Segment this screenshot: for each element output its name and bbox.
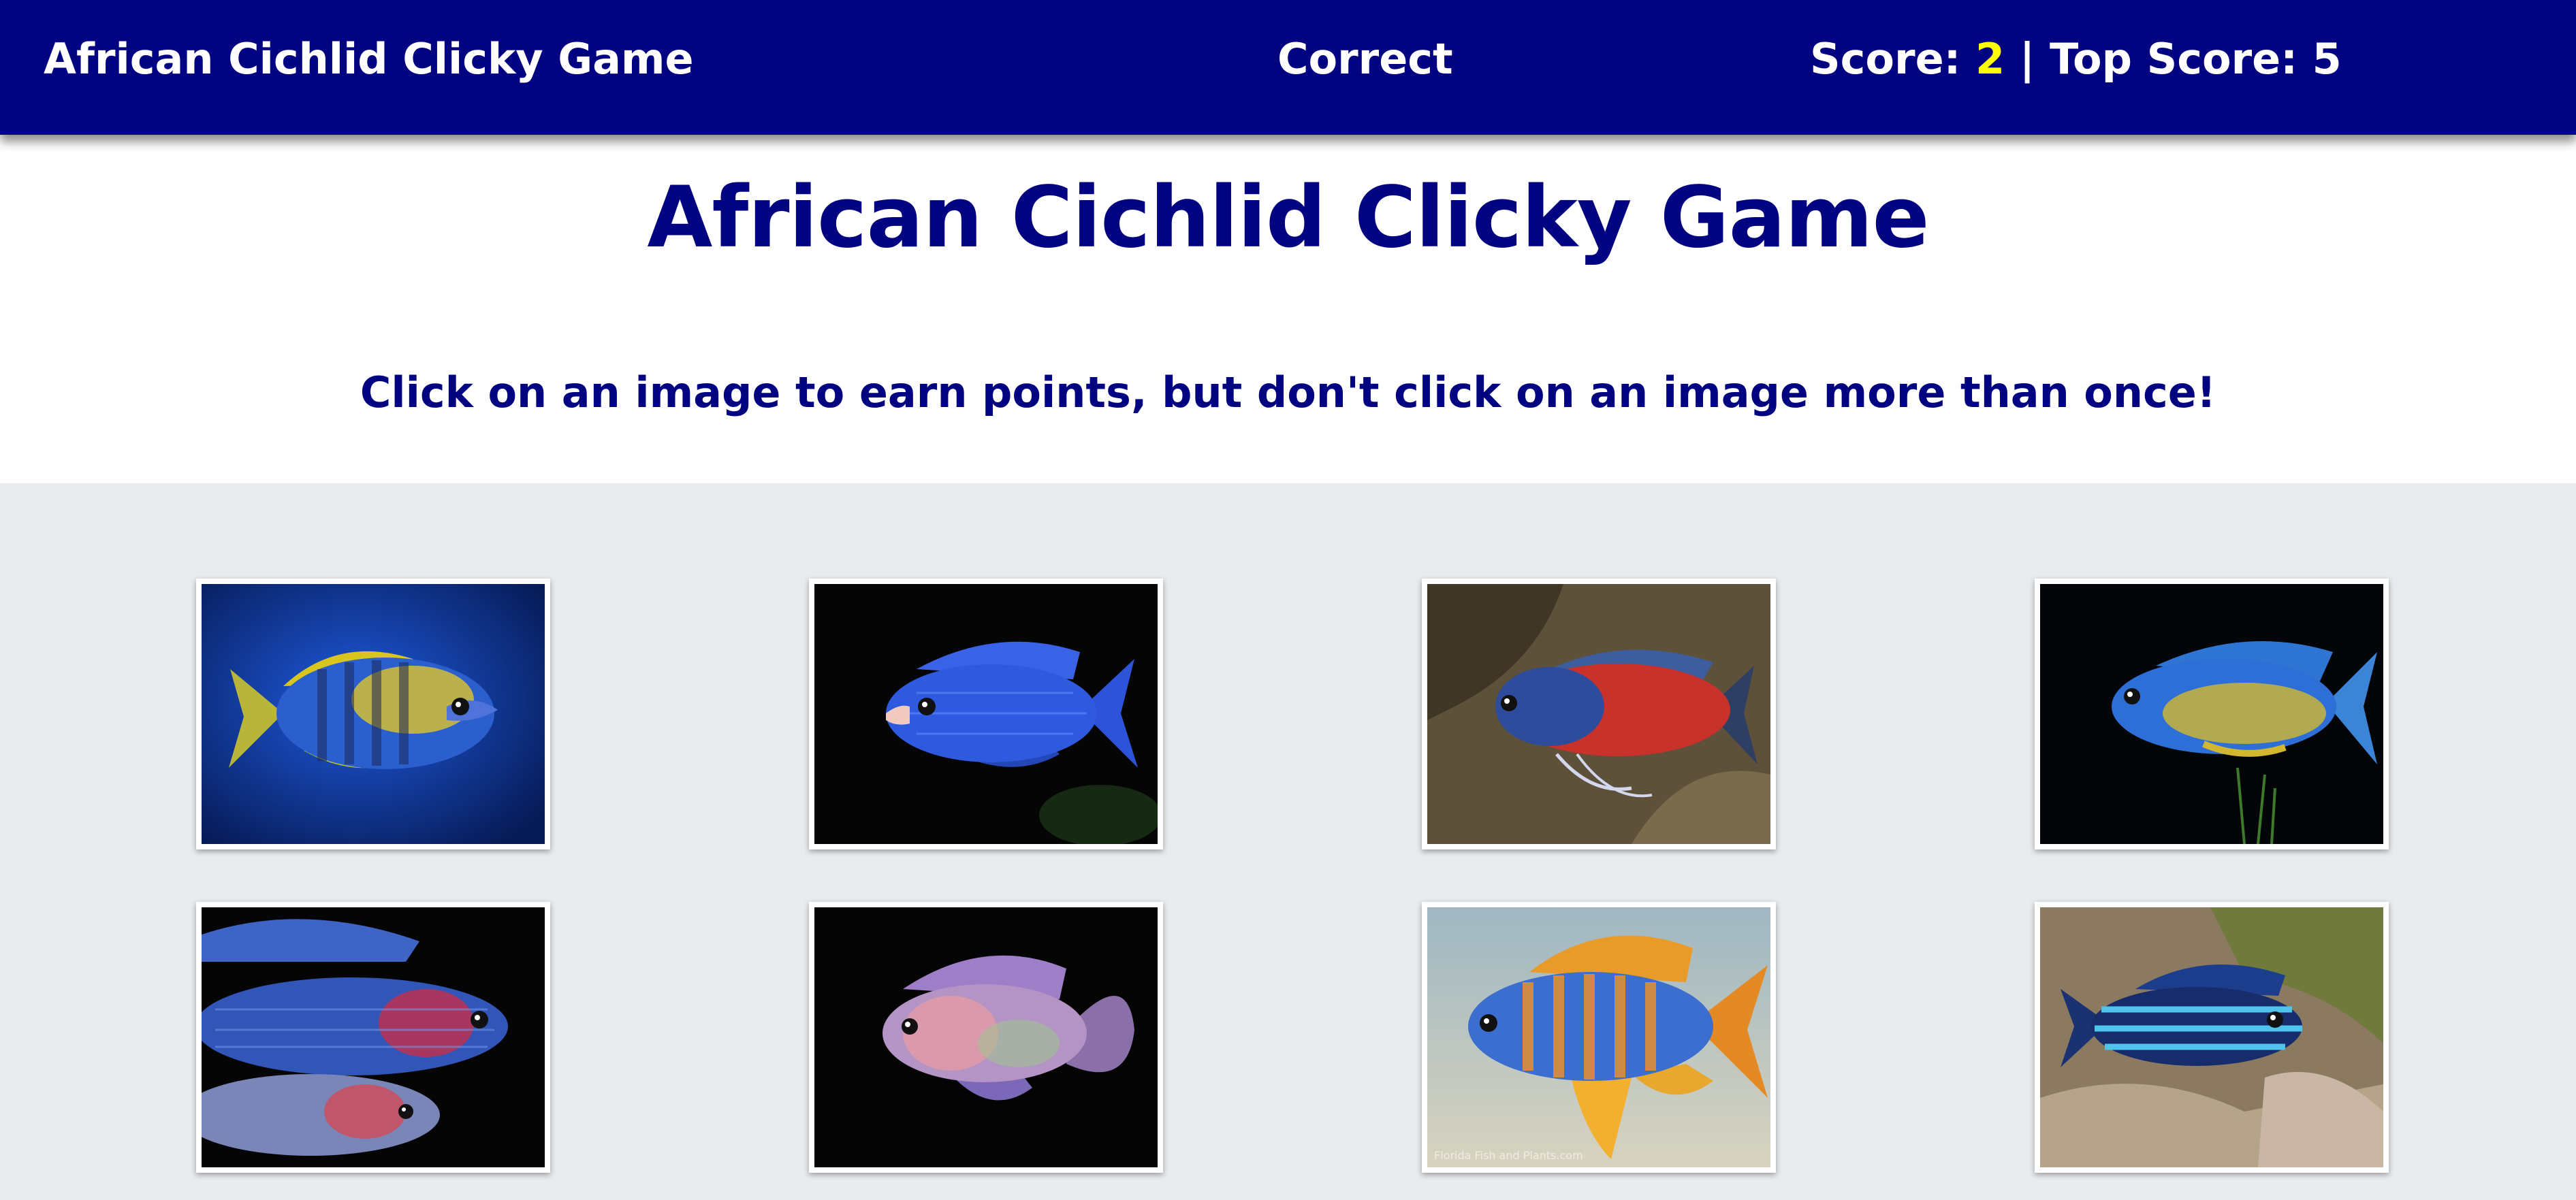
electric-blue-cichlid-image <box>814 584 1158 844</box>
page-title: African Cichlid Clicky Game <box>647 169 1929 267</box>
cichlid-card[interactable] <box>2035 902 2389 1173</box>
top-score-value: 5 <box>2312 34 2342 84</box>
game-board: Florida Fish and Plants.com <box>0 483 2576 1200</box>
striped-blue-mbuna-cichlid-image <box>2040 907 2383 1167</box>
blue-yellow-peacock-cichlid-image <box>2040 584 2383 844</box>
pastel-pink-cichlid-image <box>814 907 1158 1167</box>
guess-status: Correct <box>1277 34 1453 84</box>
cichlid-card[interactable] <box>196 579 550 849</box>
red-blue-peacock-cichlid-image <box>1427 584 1770 844</box>
score-display: Score: 2 | Top Score: 5 <box>1810 34 2342 84</box>
cichlid-card[interactable] <box>809 579 1163 849</box>
score-label: Score: <box>1810 34 1976 84</box>
top-score-label: Top Score: <box>2049 34 2312 84</box>
score-separator: | <box>2005 34 2050 84</box>
score-value: 2 <box>1975 34 2005 84</box>
cichlid-card[interactable] <box>1422 579 1776 849</box>
cichlid-card[interactable] <box>196 902 550 1173</box>
instructions: Click on an image to earn points, but do… <box>360 368 2216 417</box>
cichlid-card[interactable]: Florida Fish and Plants.com <box>1422 902 1776 1173</box>
navbar-brand[interactable]: African Cichlid Clicky Game <box>44 34 694 84</box>
blue-red-cichlid-pair-image <box>202 907 545 1167</box>
cichlid-card[interactable] <box>2035 579 2389 849</box>
watermark-text: Florida Fish and Plants.com <box>1434 1149 1583 1162</box>
blue-yellow-banded-cichlid-image <box>202 584 545 844</box>
cichlid-card[interactable] <box>809 902 1163 1173</box>
orange-blue-peacock-cichlid-image: Florida Fish and Plants.com <box>1427 907 1770 1167</box>
navbar: African Cichlid Clicky Game Correct Scor… <box>0 0 2576 135</box>
